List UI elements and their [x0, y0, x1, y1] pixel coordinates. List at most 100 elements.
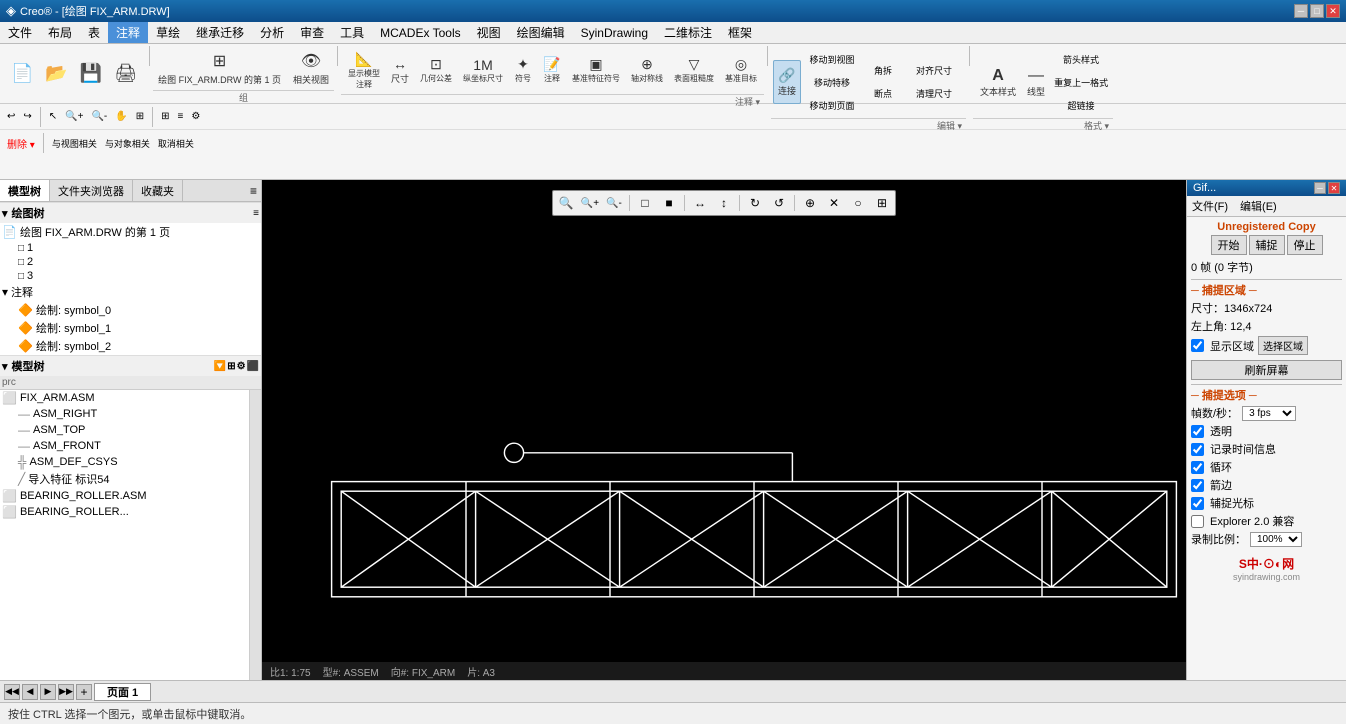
menu-layout[interactable]: 布局 — [40, 22, 80, 43]
model-tree-header[interactable]: ▾ 模型树 🔽 ⊞ ⚙ ⬛ — [0, 355, 261, 376]
snap-button[interactable]: ⊕ — [799, 193, 821, 213]
save-button[interactable]: 💾 — [75, 62, 107, 86]
rp-minimize-button[interactable]: ─ — [1314, 182, 1326, 194]
fps-select[interactable]: 3 fps 5 fps 10 fps — [1242, 406, 1296, 421]
record-ratio-select[interactable]: 100% 75% 50% — [1250, 532, 1302, 547]
circle-button[interactable]: ○ — [847, 193, 869, 213]
menu-view[interactable]: 视图 — [469, 22, 509, 43]
view-box-button[interactable]: □ — [634, 193, 656, 213]
rotate-ccw-button[interactable]: ↺ — [768, 193, 790, 213]
rp-close-button[interactable]: ✕ — [1328, 182, 1340, 194]
capture-cursor-checkbox[interactable] — [1191, 497, 1204, 510]
arrow-style-button[interactable]: 箭头样式 — [1051, 48, 1111, 70]
annotation-group[interactable]: ▾ 注释 — [0, 283, 261, 301]
menu-2d-dim[interactable]: 二维标注 — [656, 22, 720, 43]
delete-canvas-button[interactable]: ✕ — [823, 193, 845, 213]
symbol-2-item[interactable]: 🔶 绘制: symbol_2 — [0, 337, 261, 355]
menu-analysis[interactable]: 分析 — [252, 22, 292, 43]
corner-break-button[interactable]: 角拆 — [863, 60, 903, 82]
surface-roughness-button[interactable]: ▽ 表面粗糙度 — [669, 48, 719, 92]
menu-mcadex[interactable]: MCADEx Tools — [372, 22, 468, 43]
menu-drawing-edit[interactable]: 绘图编辑 — [509, 22, 573, 43]
menu-frame[interactable]: 框架 — [720, 22, 760, 43]
sheet-3-item[interactable]: □ 3 — [0, 269, 261, 283]
break-point-button[interactable]: 断点 — [863, 83, 903, 105]
transparent-checkbox[interactable] — [1191, 425, 1204, 438]
model-tree-expand-button[interactable]: ⬛ — [247, 361, 259, 372]
explorer-compat-checkbox[interactable] — [1191, 515, 1204, 528]
tab-favorites[interactable]: 收藏夹 — [133, 180, 183, 201]
draw-group-button[interactable]: ⊞ 绘图 FIX_ARM.DRW 的第 1 页 — [153, 46, 286, 90]
move-to-page-button[interactable]: 移动到页面 — [802, 94, 862, 116]
zoom-out-canvas-button[interactable]: 🔍- — [603, 193, 625, 213]
symbol-button[interactable]: ✦ 符号 — [509, 48, 537, 92]
open-button[interactable]: 📂 — [40, 62, 72, 86]
connect-button[interactable]: 🔗 连接 — [773, 60, 801, 104]
model-tree-filter-button[interactable]: 🔽 — [214, 361, 226, 372]
select-region-button[interactable]: 选择区域 — [1258, 336, 1308, 355]
menu-file[interactable]: 文件 — [0, 22, 40, 43]
fix-arm-asm-item[interactable]: ⬜ FIX_ARM.ASM — [0, 390, 261, 406]
page-last-button[interactable]: ▶▶ — [58, 684, 74, 700]
canvas-area[interactable]: 🔍 🔍+ 🔍- □ ■ ↔ ↕ ↻ ↺ ⊕ ✕ ○ ⊞ — [262, 180, 1186, 680]
model-tree-settings-button[interactable]: ⚙ — [237, 361, 246, 372]
import-feature-item[interactable]: ╱ 导入特征 标识54 — [0, 470, 261, 488]
asm-front-item[interactable]: — ASM_FRONT — [0, 438, 261, 454]
obj-relate-button[interactable]: 与对象相关 — [102, 132, 153, 154]
menu-review[interactable]: 审查 — [292, 22, 332, 43]
border-checkbox[interactable] — [1191, 479, 1204, 492]
rp-capture-button[interactable]: 辅捉 — [1249, 235, 1285, 255]
menu-inherit[interactable]: 继承迁移 — [188, 22, 252, 43]
undo-button[interactable]: ↩ — [4, 106, 18, 128]
page-next-button[interactable]: ▶ — [40, 684, 56, 700]
symbol-0-item[interactable]: 🔶 绘制: symbol_0 — [0, 301, 261, 319]
print-button[interactable]: 🖨 — [109, 62, 142, 86]
asm-right-item[interactable]: — ASM_RIGHT — [0, 406, 261, 422]
menu-annotation[interactable]: 注释 — [108, 22, 148, 43]
drawing-tree-options[interactable]: ≡ — [253, 208, 259, 219]
minimize-button[interactable]: ─ — [1294, 4, 1308, 18]
view-relate-button[interactable]: 与视图相关 — [49, 132, 100, 154]
rp-edit-menu[interactable]: 编辑(E) — [1236, 197, 1281, 215]
show-model-annotation-button[interactable]: 📐 显示模型注释 — [343, 48, 385, 92]
page-first-button[interactable]: ◀◀ — [4, 684, 20, 700]
hyperlink-button[interactable]: 超链接 — [1051, 94, 1111, 116]
bearing-roller-asm-item[interactable]: ⬜ BEARING_ROLLER.ASM — [0, 488, 261, 504]
select-button[interactable]: ↖ — [46, 106, 60, 128]
timestamp-checkbox[interactable] — [1191, 443, 1204, 456]
note-button[interactable]: 📝 注释 — [538, 48, 566, 92]
drawing-page-item[interactable]: 📄 绘图 FIX_ARM.DRW 的第 1 页 — [0, 223, 261, 241]
related-view-button[interactable]: 👁 相关视图 — [288, 46, 334, 90]
sheet-2-item[interactable]: □ 2 — [0, 255, 261, 269]
show-region-checkbox[interactable] — [1191, 339, 1204, 352]
page-add-button[interactable]: + — [76, 684, 92, 700]
symbol-1-item[interactable]: 🔶 绘制: symbol_1 — [0, 319, 261, 337]
page-prev-button[interactable]: ◀ — [22, 684, 38, 700]
rp-start-button[interactable]: 开始 — [1211, 235, 1247, 255]
menu-syindrawing[interactable]: SyinDrawing — [573, 22, 656, 43]
settings-button[interactable]: ⚙ — [188, 106, 203, 128]
move-to-view-button[interactable]: 移动到视图 — [802, 48, 862, 70]
line-style-button[interactable]: — 线型 — [1022, 60, 1050, 104]
drawing-tree-header[interactable]: ▾ 绘图树 ≡ — [0, 202, 261, 223]
move-feature-button[interactable]: 移动特移 — [802, 71, 862, 93]
refresh-screen-button[interactable]: 刷新屏幕 — [1191, 360, 1342, 380]
flip-v-button[interactable]: ↕ — [713, 193, 735, 213]
ordinate-dim-button[interactable]: 1M 纵坐标尺寸 — [458, 48, 508, 92]
clean-dim-button[interactable]: 清理尺寸 — [904, 83, 964, 105]
page-1-tab[interactable]: 页面 1 — [94, 683, 151, 701]
redo-button[interactable]: ↪ — [20, 106, 34, 128]
tab-folder-browser[interactable]: 文件夹浏览器 — [50, 180, 133, 201]
rp-file-menu[interactable]: 文件(F) — [1188, 197, 1232, 215]
zoom-fit-button[interactable]: ⊞ — [133, 106, 147, 128]
zoom-in-button[interactable]: 🔍+ — [62, 106, 86, 128]
asm-top-item[interactable]: — ASM_TOP — [0, 422, 261, 438]
datum-target-button[interactable]: ◎ 基准目标 — [720, 48, 762, 92]
maximize-button[interactable]: □ — [1310, 4, 1324, 18]
repeat-last-format-button[interactable]: 重复上一格式 — [1051, 71, 1111, 93]
menu-tools[interactable]: 工具 — [332, 22, 372, 43]
rotate-cw-button[interactable]: ↻ — [744, 193, 766, 213]
cancel-relate-button[interactable]: 取消相关 — [155, 132, 197, 154]
rp-stop-button[interactable]: 停止 — [1287, 235, 1323, 255]
datum-feature-button[interactable]: ▣ 基准特征符号 — [567, 48, 625, 92]
